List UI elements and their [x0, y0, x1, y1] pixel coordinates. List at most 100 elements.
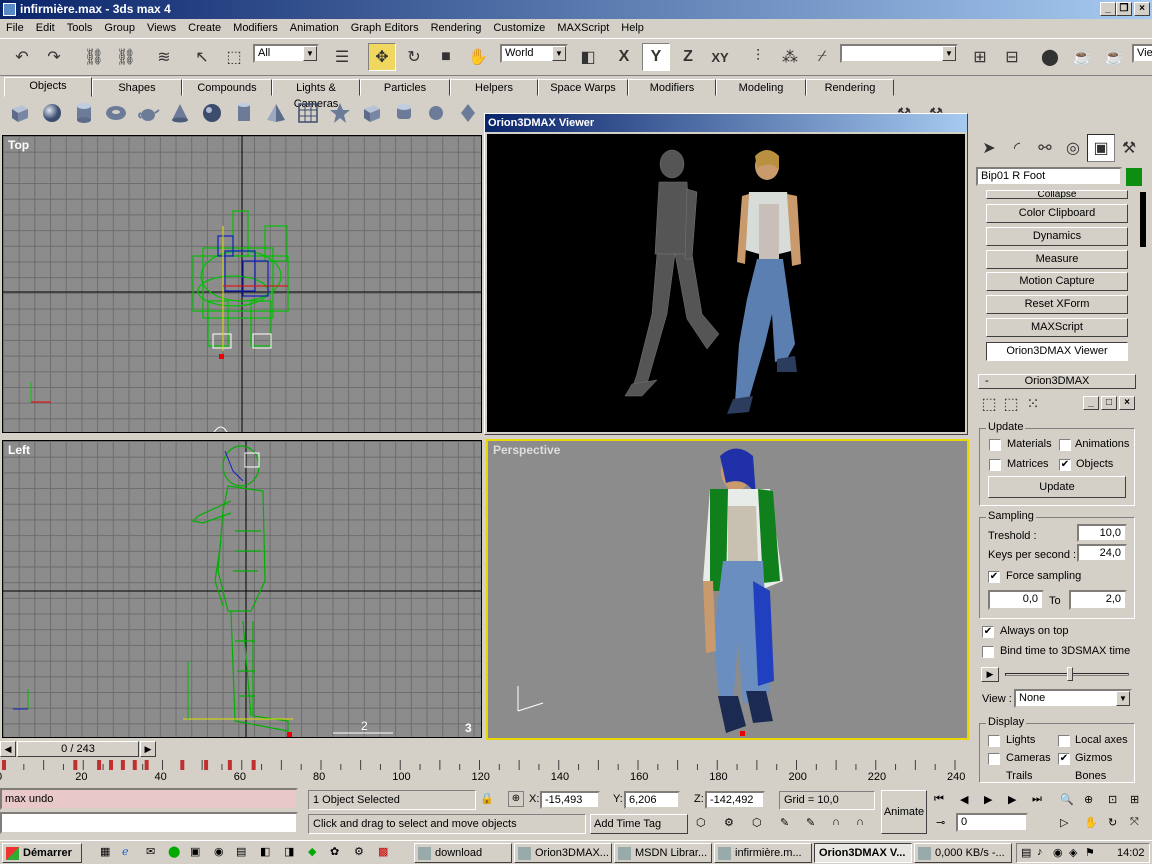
- collapse-button[interactable]: Collapse: [986, 190, 1128, 199]
- viewer-minimize-button[interactable]: _: [1083, 396, 1099, 410]
- play-animation-icon[interactable]: ▶: [984, 793, 992, 806]
- align-icon[interactable]: ⌿: [808, 43, 836, 71]
- task-download-speed[interactable]: 0,000 KB/s -...: [914, 843, 1012, 863]
- menu-maxscript[interactable]: MAXScript: [551, 19, 615, 38]
- cube-icon[interactable]: ⬚: [979, 394, 999, 414]
- move-icon[interactable]: ✥: [368, 43, 396, 71]
- viewer-maximize-button[interactable]: □: [1101, 396, 1117, 410]
- tab-objects[interactable]: Objects: [4, 77, 92, 97]
- sampling-from-spinner[interactable]: 0,0: [988, 590, 1044, 610]
- cameras-checkbox[interactable]: [988, 753, 1000, 765]
- snap-toggle-icon[interactable]: ⚙: [724, 816, 734, 829]
- dots-icon[interactable]: ⁙: [1023, 394, 1043, 414]
- quicklaunch-app-7-icon[interactable]: ✿: [330, 845, 339, 858]
- display-tab-icon[interactable]: ▣: [1087, 134, 1115, 162]
- select-arrow-icon[interactable]: ↖: [188, 43, 216, 71]
- array-icon[interactable]: ⁂: [776, 43, 804, 71]
- dynamics-button[interactable]: Dynamics: [986, 227, 1128, 246]
- tab-particles[interactable]: Particles: [360, 79, 450, 96]
- object-name-field[interactable]: Bip01 R Foot: [976, 167, 1122, 186]
- play-icon[interactable]: ▶: [981, 667, 999, 682]
- treshold-spinner[interactable]: 10,0: [1077, 524, 1127, 542]
- cylinder-icon[interactable]: [72, 101, 96, 125]
- menu-file[interactable]: File: [0, 19, 30, 38]
- tube-icon[interactable]: [232, 101, 256, 125]
- menu-help[interactable]: Help: [615, 19, 650, 38]
- utilities-tab-icon[interactable]: ⚒: [1115, 134, 1143, 162]
- key-icon[interactable]: ⊸: [936, 816, 945, 829]
- track-view-icon[interactable]: ⊞: [966, 43, 994, 71]
- zoom-extents-all-icon[interactable]: ⊞: [1130, 793, 1139, 806]
- torus-icon[interactable]: [104, 101, 128, 125]
- view-dropdown[interactable]: None ▼: [1014, 689, 1132, 708]
- time-next-icon[interactable]: ▶: [140, 741, 156, 757]
- maxscript-input[interactable]: [0, 812, 298, 834]
- time-slider-thumb[interactable]: 0 / 243: [17, 741, 139, 757]
- animate-button[interactable]: Animate: [881, 790, 927, 834]
- spinner-snap-icon[interactable]: ✎: [806, 816, 815, 829]
- cone-icon[interactable]: [168, 101, 192, 125]
- lights-checkbox[interactable]: [988, 735, 1000, 747]
- sampling-to-spinner[interactable]: 2,0: [1069, 590, 1127, 610]
- task-orion-viewer[interactable]: Orion3DMAX V...: [814, 843, 912, 863]
- manipulate-icon[interactable]: ✋: [464, 43, 492, 71]
- object-color-swatch[interactable]: [1126, 168, 1142, 186]
- quicklaunch-app-9-icon[interactable]: ▩: [378, 845, 388, 858]
- zoom-icon[interactable]: 🔍: [1060, 793, 1074, 806]
- tab-modeling[interactable]: Modeling: [716, 79, 806, 96]
- goto-start-icon[interactable]: ⏮: [934, 793, 944, 806]
- named-selection-dropdown[interactable]: ▼: [840, 44, 958, 63]
- quicklaunch-cmd-icon[interactable]: ▤: [236, 845, 246, 858]
- magnet-icon[interactable]: ∩: [832, 816, 840, 828]
- viewport-label-perspective[interactable]: Perspective: [493, 443, 560, 457]
- restrict-y-button[interactable]: Y: [642, 43, 670, 71]
- x-coordinate-field[interactable]: -15,493: [540, 791, 600, 809]
- tab-space-warps[interactable]: Space Warps: [538, 79, 628, 96]
- rotate-icon[interactable]: ↻: [400, 43, 428, 71]
- viewport-label-left[interactable]: Left: [8, 443, 30, 457]
- clock[interactable]: 14:02: [1117, 847, 1145, 859]
- maximize-button[interactable]: ❐: [1116, 2, 1132, 16]
- time-slider-handle[interactable]: [1067, 667, 1073, 681]
- absolute-mode-icon[interactable]: ⊕: [508, 791, 524, 807]
- task-msdn[interactable]: MSDN Librar...: [614, 843, 712, 863]
- menu-create[interactable]: Create: [182, 19, 227, 38]
- animations-checkbox[interactable]: [1059, 439, 1071, 451]
- menu-customize[interactable]: Customize: [487, 19, 551, 38]
- color-clipboard-button[interactable]: Color Clipboard: [986, 204, 1128, 223]
- objects-checkbox[interactable]: ✔: [1059, 459, 1071, 471]
- tray-app-3-icon[interactable]: ⚑: [1085, 846, 1095, 859]
- reference-coord-dropdown[interactable]: World ▼: [500, 44, 568, 63]
- minimize-button[interactable]: _: [1100, 2, 1116, 16]
- teapot-icon[interactable]: [136, 101, 160, 125]
- prev-frame-icon[interactable]: ◀: [960, 793, 968, 806]
- region-zoom-icon[interactable]: ▷: [1060, 816, 1068, 829]
- bind-spacewarp-icon[interactable]: ≋: [150, 43, 178, 71]
- quicklaunch-outlook-icon[interactable]: ✉: [146, 845, 155, 858]
- selection-filter-dropdown[interactable]: All ▼: [253, 44, 319, 63]
- tab-compounds[interactable]: Compounds: [182, 79, 272, 96]
- unlink-icon[interactable]: ⛓: [112, 43, 140, 71]
- goto-end-icon[interactable]: ⏭: [1032, 793, 1042, 806]
- restrict-z-button[interactable]: Z: [674, 43, 702, 71]
- viewer-canvas[interactable]: [487, 134, 965, 432]
- chamfer-box-icon[interactable]: [360, 101, 384, 125]
- key-mode-icon[interactable]: ⬡: [696, 816, 706, 829]
- menu-edit[interactable]: Edit: [30, 19, 61, 38]
- menu-modifiers[interactable]: Modifiers: [227, 19, 284, 38]
- angle-snap-icon[interactable]: ⬡: [752, 816, 762, 829]
- tab-modifiers[interactable]: Modifiers: [628, 79, 716, 96]
- menu-group[interactable]: Group: [98, 19, 141, 38]
- zoom-extents-icon[interactable]: ⊡: [1108, 793, 1117, 806]
- viewer-close-button[interactable]: ×: [1119, 396, 1135, 410]
- tray-volume-icon[interactable]: ♪: [1037, 846, 1043, 858]
- tray-app-icon[interactable]: ◉: [1053, 846, 1063, 859]
- gizmos-checkbox[interactable]: ✔: [1058, 753, 1070, 765]
- force-sampling-checkbox[interactable]: ✔: [988, 571, 1000, 583]
- tab-rendering[interactable]: Rendering: [806, 79, 894, 96]
- local-axes-checkbox[interactable]: [1058, 735, 1070, 747]
- plane-icon[interactable]: [296, 101, 320, 125]
- geosphere-icon[interactable]: [200, 101, 224, 125]
- undo-icon[interactable]: ↶: [8, 43, 36, 71]
- redo-icon[interactable]: ↷: [40, 43, 68, 71]
